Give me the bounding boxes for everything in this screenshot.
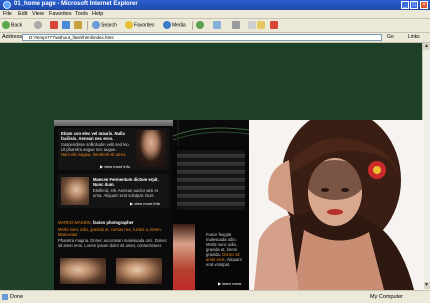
window-title: 01_home page - Microsoft Internet Explor… [14, 1, 138, 7]
minimize-button[interactable]: _ [401, 1, 409, 9]
photographer-link[interactable]: Morbi nunc odio, gravida at, cursus nec,… [58, 227, 168, 237]
history-button[interactable] [196, 21, 205, 30]
gallery-photo-1[interactable] [60, 258, 106, 284]
print-icon [232, 21, 240, 29]
media-icon [163, 21, 171, 29]
menu-help[interactable]: Help [92, 11, 103, 17]
forward-arrow-icon [34, 21, 42, 29]
address-bar: Address D:\Temp\777\without_flash\html\i… [0, 33, 430, 43]
refresh-icon [62, 21, 70, 29]
history-icon [196, 21, 204, 29]
block1-link[interactable]: Nam elit magna, hendrerit sit amet. [61, 152, 131, 157]
block2-more-link[interactable]: ▶ view more info [130, 201, 160, 206]
toolbar: Back Search Favorites Media [0, 19, 430, 33]
scroll-down-icon[interactable]: ▼ [423, 282, 430, 289]
hero-model-image [249, 120, 424, 290]
model-thumbnail-photo [61, 177, 89, 205]
stop-button[interactable] [50, 21, 59, 30]
menu-view[interactable]: View [32, 11, 44, 17]
back-button[interactable]: Back [2, 21, 22, 30]
block2-body: Eleifend, elit. Aenean auctor wisi et ur… [93, 188, 158, 198]
folder-button[interactable] [257, 21, 266, 30]
address-label: Address [2, 34, 23, 40]
left-column: Etiam con elec vel mauris. Nulla facilis… [54, 120, 173, 290]
gallery-photo-2[interactable] [116, 258, 162, 284]
ie-logo-icon [3, 1, 11, 9]
page-status-icon [2, 294, 8, 300]
edit-button[interactable] [248, 21, 257, 30]
hero-photo [249, 120, 424, 290]
folder-icon [257, 21, 265, 29]
address-input[interactable]: D:\Temp\777\without_flash\html\index.htm… [22, 34, 382, 41]
menu-file[interactable]: File [3, 11, 12, 17]
photographer-block: MARKO MAKEIN, fasion photographer Morbi … [58, 220, 169, 288]
star-icon [125, 21, 133, 29]
swoosh-decoration [173, 120, 249, 146]
website-layout: Etiam con elec vel mauris. Nulla facilis… [54, 120, 424, 290]
menu-tools[interactable]: Tools [75, 11, 88, 17]
middle-text: Fusce feugiat malesuada odio. Morbi nunc… [206, 232, 242, 267]
refresh-button[interactable] [62, 21, 71, 30]
model-side-photo [173, 224, 195, 290]
photographer-title: MARKO MAKEIN, fasion photographer [58, 220, 134, 225]
search-button[interactable]: Search [92, 21, 117, 30]
block1-heading: Etiam con elec vel mauris. Nulla facilis… [61, 131, 125, 141]
striped-menu-panel [177, 150, 245, 210]
menu-favorites[interactable]: Favorites [49, 11, 72, 17]
status-bar: Done My Computer [0, 290, 430, 303]
home-button[interactable] [74, 21, 83, 30]
back-arrow-icon [2, 21, 10, 29]
security-zone: My Computer [370, 294, 404, 300]
messenger-button[interactable] [270, 21, 279, 30]
scroll-up-icon[interactable]: ▲ [423, 43, 430, 50]
block1-more-link[interactable]: ▶ view more info [100, 164, 130, 169]
messenger-icon [270, 21, 278, 29]
mail-button[interactable] [213, 21, 222, 30]
close-button[interactable]: × [420, 1, 428, 9]
favorites-button[interactable]: Favorites [125, 21, 155, 30]
media-button[interactable]: Media [163, 21, 186, 30]
block1-body: Suspendisse sollicitudin velit sed leo. … [61, 142, 130, 152]
middle-column: Fusce feugiat malesuada odio. Morbi nunc… [173, 120, 249, 290]
block2-heading: Maecen Fermentum dictum erpit. Nunc dum. [93, 177, 159, 187]
forward-button[interactable] [34, 21, 43, 30]
home-icon [74, 21, 82, 29]
print-button[interactable] [232, 21, 241, 30]
news-block-2: Maecen Fermentum dictum erpit. Nunc dum.… [58, 174, 169, 208]
model-portrait-photo [136, 130, 166, 167]
photographer-body: Pharetra magna. Donec accumsan malesuada… [58, 238, 167, 248]
edit-icon [248, 21, 256, 29]
menu-bar: File Edit View Favorites Tools Help [0, 10, 430, 19]
status-text: Done [10, 294, 24, 300]
search-icon [92, 21, 100, 29]
mail-icon [213, 21, 221, 29]
menu-edit[interactable]: Edit [18, 11, 27, 17]
go-button[interactable]: Go [387, 34, 394, 40]
stop-icon [50, 21, 58, 29]
left-column-header [54, 120, 173, 126]
news-block-1: Etiam con elec vel mauris. Nulla facilis… [58, 128, 169, 170]
maximize-button[interactable]: □ [410, 1, 418, 9]
title-bar: 01_home page - Microsoft Internet Explor… [0, 0, 430, 10]
links-button[interactable]: Links [408, 34, 420, 40]
learn-more-link[interactable]: ▶ learn more [218, 281, 241, 286]
